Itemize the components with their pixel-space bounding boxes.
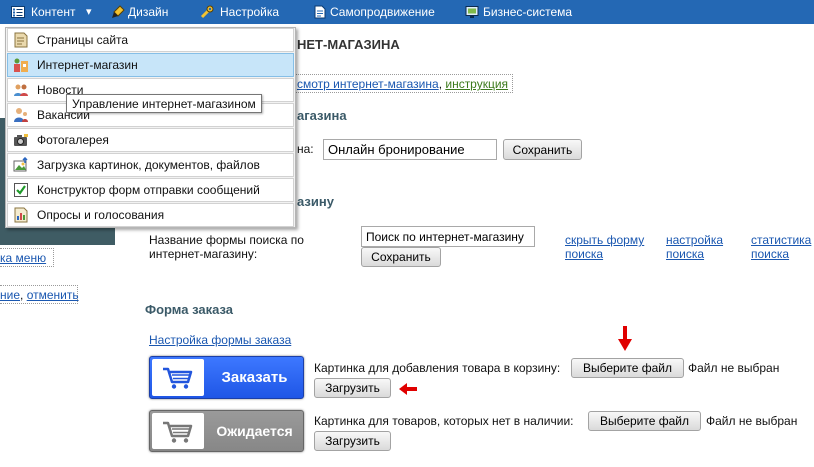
order-form-settings-link[interactable]: Настройка формы заказа bbox=[149, 333, 291, 347]
nav-item-label: Бизнес-система bbox=[483, 5, 573, 19]
search-form-save-button[interactable]: Сохранить bbox=[361, 247, 441, 267]
hide-menu-link[interactable]: ка меню bbox=[0, 251, 46, 265]
nav-item-label: Контент bbox=[31, 5, 76, 19]
shop-name-input[interactable] bbox=[323, 139, 497, 160]
arrow-left-icon bbox=[399, 383, 417, 395]
arrow-down-icon bbox=[618, 326, 632, 352]
poll-icon bbox=[13, 207, 29, 223]
camera-icon bbox=[13, 132, 29, 148]
checkbox-icon bbox=[13, 182, 29, 198]
undo-separator: , bbox=[20, 288, 27, 302]
nav-item-settings[interactable]: Настройка bbox=[195, 0, 285, 24]
menu-tooltip: Управление интернет-магазином bbox=[66, 94, 262, 113]
menu-item-label: Загрузка картинок, документов, файлов bbox=[37, 158, 260, 172]
shop-links-box: смотр интернет-магазина, инструкция bbox=[290, 74, 513, 93]
order-button-preview-text: Заказать bbox=[221, 369, 288, 386]
menu-item-label: Фотогалерея bbox=[37, 133, 109, 147]
file-status: Файл не выбран bbox=[706, 414, 798, 428]
page-title: НЕТ-МАГАЗИНА bbox=[297, 37, 400, 52]
waiting-button-preview-text: Ожидается bbox=[216, 423, 293, 439]
cart-icon-box bbox=[152, 359, 204, 396]
menu-item-label: Конструктор форм отправки сообщений bbox=[37, 183, 260, 197]
menu-item-form-builder[interactable]: Конструктор форм отправки сообщений bbox=[7, 178, 294, 202]
shop-name-save-button[interactable]: Сохранить bbox=[503, 139, 582, 160]
nav-item-label: Самопродвижение bbox=[330, 5, 435, 19]
list-icon bbox=[11, 5, 25, 19]
menu-item-site-pages[interactable]: Страницы сайта bbox=[7, 28, 294, 52]
undo-box: ние, отменить bbox=[0, 285, 79, 304]
people-icon bbox=[13, 107, 29, 123]
shop-icon bbox=[13, 57, 29, 73]
shop-name-label: на: bbox=[297, 142, 314, 156]
instruction-link[interactable]: инструкция bbox=[445, 77, 508, 91]
top-nav-bar: Контент ▾ Дизайн Настройка Самопродвижен… bbox=[0, 0, 814, 24]
hide-menu-box: ка меню bbox=[0, 248, 54, 267]
file-status: Файл не выбран bbox=[688, 361, 780, 375]
cart-icon-box bbox=[152, 413, 204, 449]
content-dropdown-menu: Страницы сайта Интернет-магазин Новости … bbox=[5, 27, 296, 228]
document-icon bbox=[313, 5, 327, 19]
nav-item-label: Дизайн bbox=[128, 5, 169, 19]
page-icon bbox=[13, 32, 29, 48]
upload-button[interactable]: Загрузить bbox=[314, 378, 391, 398]
tools-icon bbox=[200, 5, 214, 19]
chevron-down-icon: ▾ bbox=[86, 6, 92, 18]
choose-file-button[interactable]: Выберите файл bbox=[571, 358, 684, 378]
menu-item-photo-gallery[interactable]: Фотогалерея bbox=[7, 128, 294, 152]
nav-item-business-system[interactable]: Бизнес-система bbox=[460, 0, 585, 24]
brush-icon bbox=[111, 5, 125, 19]
nav-item-design[interactable]: Дизайн bbox=[106, 0, 176, 24]
upload-icon bbox=[13, 157, 29, 173]
hide-search-form-link[interactable]: скрыть форму поиска bbox=[565, 233, 660, 261]
upload-button[interactable]: Загрузить bbox=[314, 431, 391, 451]
search-form-label: Название формы поиска по интернет-магази… bbox=[149, 233, 304, 261]
nav-item-promotion[interactable]: Самопродвижение bbox=[308, 0, 443, 24]
search-form-name-input[interactable] bbox=[361, 226, 535, 247]
shop-name-heading: агазина bbox=[297, 108, 347, 123]
undo-prefix-link[interactable]: ние bbox=[0, 288, 20, 302]
order-button-preview: Заказать bbox=[149, 356, 304, 399]
search-settings-link[interactable]: настройка поиска bbox=[666, 233, 736, 261]
undo-link[interactable]: отменить bbox=[27, 288, 79, 302]
menu-item-file-upload[interactable]: Загрузка картинок, документов, файлов bbox=[7, 153, 294, 177]
menu-item-online-shop[interactable]: Интернет-магазин bbox=[7, 53, 294, 77]
out-of-stock-image-label: Картинка для товаров, которых нет в нали… bbox=[314, 414, 574, 428]
nav-item-label: Настройка bbox=[220, 5, 280, 19]
order-form-heading: Форма заказа bbox=[145, 302, 234, 317]
menu-item-label: Страницы сайта bbox=[37, 33, 129, 47]
menu-item-label: Интернет-магазин bbox=[37, 58, 138, 72]
search-form-heading: азину bbox=[297, 194, 334, 209]
search-stats-link[interactable]: статистика поиска bbox=[751, 233, 814, 261]
news-icon bbox=[13, 82, 29, 98]
menu-item-polls[interactable]: Опросы и голосования bbox=[7, 203, 294, 227]
menu-item-label: Опросы и голосования bbox=[37, 208, 165, 222]
waiting-button-preview: Ожидается bbox=[149, 410, 304, 452]
choose-file-button[interactable]: Выберите файл bbox=[588, 411, 701, 431]
monitor-icon bbox=[465, 5, 479, 19]
order-image-label: Картинка для добавления товара в корзину… bbox=[314, 361, 561, 375]
nav-item-content[interactable]: Контент ▾ bbox=[6, 0, 100, 24]
preview-shop-link[interactable]: смотр интернет-магазина bbox=[297, 77, 439, 91]
